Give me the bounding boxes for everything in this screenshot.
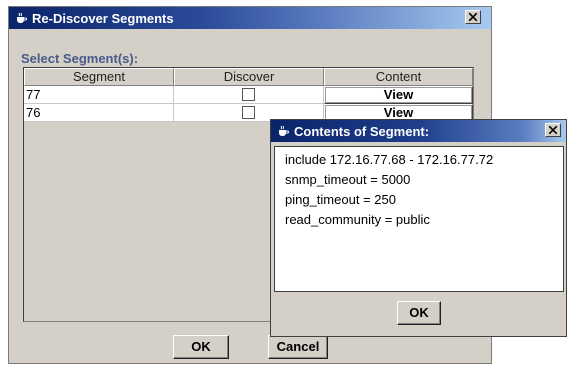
content-line: ping_timeout = 250 (285, 192, 396, 207)
content-line: snmp_timeout = 5000 (285, 172, 411, 187)
cancel-button[interactable]: Cancel (268, 335, 328, 359)
java-cup-icon (277, 125, 289, 137)
content-line: read_community = public (285, 212, 430, 227)
column-header-discover[interactable]: Discover (174, 68, 324, 86)
content-cell: View (324, 86, 473, 104)
content-title-bar[interactable]: Contents of Segment: (271, 120, 566, 142)
content-dialog-title: Contents of Segment: (294, 123, 430, 139)
contents-of-segment-dialog: Contents of Segment: include 172.16.77.6… (270, 119, 567, 337)
content-line: include 172.16.77.68 - 172.16.77.72 (285, 152, 494, 167)
main-title-bar[interactable]: Re-Discover Segments (9, 7, 491, 29)
column-header-content[interactable]: Content (324, 68, 473, 86)
segment-cell[interactable]: 77 (24, 86, 174, 104)
java-cup-icon (15, 12, 27, 24)
close-icon[interactable] (465, 10, 481, 24)
discover-checkbox[interactable] (242, 88, 255, 101)
table-row[interactable]: 77 View (24, 86, 473, 104)
discover-checkbox[interactable] (242, 106, 255, 119)
segment-cell[interactable]: 76 (24, 104, 174, 122)
select-segments-label: Select Segment(s): (21, 51, 139, 66)
segment-content-text[interactable]: include 172.16.77.68 - 172.16.77.72 snmp… (274, 146, 564, 292)
ok-button[interactable]: OK (173, 335, 229, 359)
content-ok-button[interactable]: OK (397, 301, 441, 325)
main-dialog-title: Re-Discover Segments (32, 10, 174, 26)
table-header: Segment Discover Content (24, 68, 473, 86)
column-header-segment[interactable]: Segment (24, 68, 174, 86)
close-icon[interactable] (545, 123, 561, 137)
discover-cell (174, 86, 324, 104)
view-button[interactable]: View (324, 86, 473, 104)
